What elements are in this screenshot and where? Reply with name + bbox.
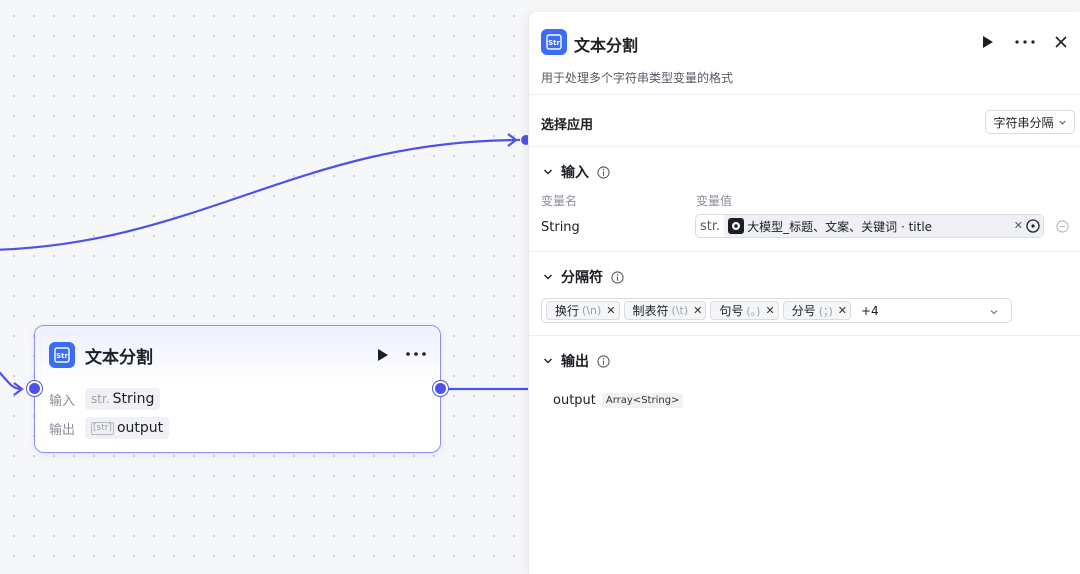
chip-symbol: (；) bbox=[818, 304, 833, 318]
str-type-icon: str. bbox=[91, 392, 110, 406]
remove-icon[interactable] bbox=[1056, 220, 1069, 233]
node-output-pill: [str] output bbox=[85, 417, 170, 439]
node-input-row: 输入 str. String bbox=[49, 388, 161, 410]
panel-title[interactable]: 文本分割 bbox=[574, 32, 638, 56]
select-app-label: 选择应用 bbox=[541, 118, 594, 133]
panel-description: 用于处理多个字符串类型变量的格式 bbox=[541, 71, 734, 85]
chevron-down-icon bbox=[544, 169, 552, 175]
var-ref-tag: 大模型_标题、文案、关键词 · title bbox=[724, 215, 1043, 237]
target-icon[interactable] bbox=[1025, 218, 1041, 234]
more-icon[interactable] bbox=[405, 346, 427, 362]
chip-symbol: (\n) bbox=[582, 304, 602, 317]
separator-chip[interactable]: 制表符 (\t) ✕ bbox=[623, 301, 707, 320]
divider bbox=[529, 146, 1080, 147]
node-title: 文本分割 bbox=[85, 348, 153, 368]
close-icon[interactable]: ✕ bbox=[838, 304, 847, 317]
divider bbox=[529, 251, 1080, 252]
input-section-header[interactable]: 输入 bbox=[543, 162, 610, 182]
separator-select[interactable]: 换行 (\n) ✕ 制表符 (\t) ✕ 句号 (。) ✕ 分号 (；) ✕ +… bbox=[541, 298, 1012, 323]
chevron-down-icon bbox=[544, 358, 552, 364]
node-output-value: output bbox=[116, 420, 164, 436]
model-icon bbox=[728, 218, 745, 234]
info-icon[interactable] bbox=[597, 354, 610, 368]
chip-label: 制表符 bbox=[632, 304, 669, 318]
str-type-icon: str. bbox=[700, 218, 721, 234]
output-section-title: 输出 bbox=[561, 354, 589, 370]
node-input-value: String bbox=[112, 391, 155, 407]
input-section-title: 输入 bbox=[561, 165, 589, 181]
close-icon[interactable]: ✕ bbox=[693, 304, 702, 317]
separator-chip[interactable]: 换行 (\n) ✕ bbox=[546, 301, 620, 320]
separator-section-header[interactable]: 分隔符 bbox=[543, 267, 624, 287]
info-icon[interactable] bbox=[611, 270, 624, 284]
output-section-header[interactable]: 输出 bbox=[543, 351, 610, 371]
chip-label: 分号 bbox=[791, 304, 816, 318]
node-input-label: 输入 bbox=[49, 393, 76, 409]
var-ref-text: 大模型_标题、文案、关键词 · title bbox=[747, 219, 933, 234]
info-icon[interactable] bbox=[597, 165, 610, 179]
separator-section-title: 分隔符 bbox=[561, 270, 603, 286]
output-name: output bbox=[553, 393, 596, 408]
close-icon[interactable] bbox=[1053, 34, 1069, 50]
text-split-node[interactable]: Str 文本分割 输入 str. String 输出 [str] output bbox=[34, 325, 441, 453]
chip-symbol: (\t) bbox=[671, 304, 689, 317]
col-var-name: 变量名 bbox=[541, 194, 578, 208]
workflow-canvas[interactable]: Str 文本分割 输入 str. String 输出 [str] output bbox=[0, 0, 1080, 574]
var-value-field[interactable]: str. 大模型_标题、文案、关键词 · title ✕ bbox=[695, 214, 1044, 238]
close-icon[interactable]: ✕ bbox=[606, 304, 615, 317]
divider bbox=[529, 94, 1080, 95]
chip-symbol: (。) bbox=[746, 304, 761, 318]
more-icon[interactable] bbox=[1014, 34, 1036, 50]
run-icon[interactable] bbox=[981, 34, 995, 50]
var-name-text: String bbox=[541, 220, 580, 235]
select-app-dropdown[interactable]: 字符串分隔 bbox=[985, 110, 1075, 134]
svg-text:Str: Str bbox=[548, 39, 560, 47]
str-app-icon: Str bbox=[541, 29, 567, 55]
edge-top bbox=[0, 138, 521, 251]
node-settings-panel: Str 文本分割 用于处理多个字符串类型变量的格式 选择应用 字符串分隔 输入 … bbox=[528, 12, 1080, 574]
str-app-icon: Str bbox=[49, 342, 75, 368]
svg-text:Str: Str bbox=[56, 352, 68, 360]
select-app-value: 字符串分隔 bbox=[993, 115, 1054, 130]
chevron-down-icon bbox=[544, 274, 552, 280]
array-type-icon: [str] bbox=[91, 421, 114, 435]
node-output-row: 输出 [str] output bbox=[49, 417, 170, 439]
col-var-value: 变量值 bbox=[696, 194, 733, 208]
chevron-down-icon bbox=[1058, 120, 1066, 125]
separator-chip[interactable]: 句号 (。) ✕ bbox=[710, 301, 779, 320]
output-type-badge: Array<String> bbox=[601, 393, 684, 408]
node-output-port[interactable] bbox=[433, 381, 448, 396]
node-input-port[interactable] bbox=[27, 381, 42, 396]
more-count: +4 bbox=[861, 303, 879, 318]
divider bbox=[529, 335, 1080, 336]
output-row: output Array<String> bbox=[553, 393, 684, 408]
clear-icon[interactable]: ✕ bbox=[1014, 219, 1023, 232]
chevron-down-icon[interactable] bbox=[989, 307, 999, 317]
chip-label: 句号 bbox=[719, 304, 744, 318]
separator-chip[interactable]: 分号 (；) ✕ bbox=[782, 301, 851, 320]
node-output-label: 输出 bbox=[49, 422, 76, 438]
chip-label: 换行 bbox=[555, 304, 580, 318]
close-icon[interactable]: ✕ bbox=[765, 304, 774, 317]
node-input-pill: str. String bbox=[85, 388, 161, 410]
run-icon[interactable] bbox=[376, 347, 390, 363]
